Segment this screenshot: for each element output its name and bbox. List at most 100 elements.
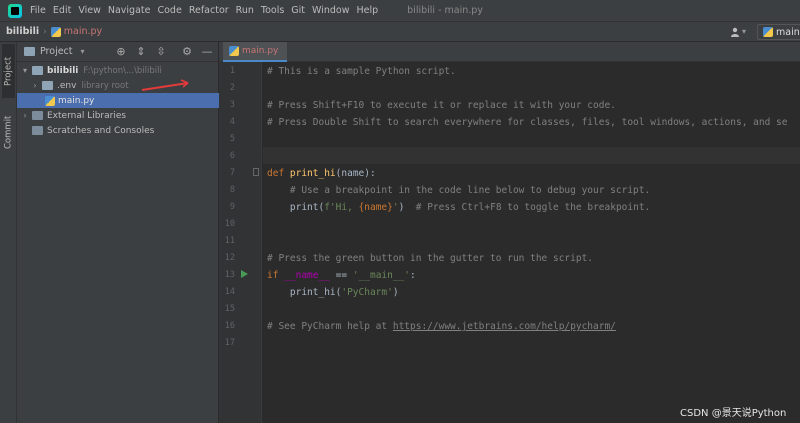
- editor-gutter[interactable]: 1 2 3 4 5 6 7 8 9 10 11 12 13 14 15 16 1…: [219, 62, 262, 423]
- code-line-1: # This is a sample Python script.: [267, 66, 456, 77]
- help-link[interactable]: https://www.jetbrains.com/help/pycharm/: [393, 321, 616, 332]
- tree-item-hint: library root: [81, 80, 129, 91]
- code-token: (name):: [335, 168, 376, 179]
- code-line-4: # Press Double Shift to search everywher…: [267, 117, 788, 128]
- line-number: 13: [224, 270, 235, 280]
- python-file-icon: [229, 46, 239, 56]
- run-play-icon[interactable]: [241, 270, 248, 278]
- project-panel-header: Project ▾ ⊕ ⇕ ⇳ ⚙ —: [17, 42, 218, 62]
- line-number: 1: [229, 66, 235, 76]
- run-configuration-label: main: [776, 26, 800, 38]
- code-editor[interactable]: # This is a sample Python script. # Pres…: [263, 62, 800, 423]
- editor-tab-bar: main.py: [219, 42, 800, 62]
- code-line-12: # Press the green button in the gutter t…: [267, 253, 594, 264]
- menu-code[interactable]: Code: [157, 5, 181, 16]
- tree-item-label: Scratches and Consoles: [47, 125, 155, 136]
- line-number: 17: [224, 338, 235, 348]
- line-number: 16: [224, 321, 235, 331]
- collapse-all-icon[interactable]: ⇳: [155, 46, 167, 58]
- code-line-7: def print_hi(name):: [267, 165, 376, 182]
- chevron-down-icon[interactable]: ▾: [21, 66, 29, 75]
- breadcrumb-file[interactable]: main.py: [50, 26, 102, 37]
- line-number: 12: [224, 253, 235, 263]
- window-title: bilibili - main.py: [407, 5, 483, 16]
- menu-refactor[interactable]: Refactor: [189, 5, 229, 16]
- navigation-bar: bilibili › main.py ▾ main: [0, 22, 800, 42]
- tree-item-root[interactable]: ▾ bilibili F:\python\...\bilibili: [17, 63, 219, 78]
- menu-bar: File Edit View Navigate Code Refactor Ru…: [0, 0, 800, 22]
- line-number: 4: [229, 117, 235, 127]
- chevron-right-icon[interactable]: ›: [31, 81, 39, 90]
- code-line-14: print_hi('PyCharm'): [267, 284, 399, 301]
- chevron-down-icon[interactable]: ▾: [742, 27, 746, 36]
- code-token: print(: [267, 202, 325, 213]
- string-token: 'PyCharm': [341, 287, 393, 298]
- menu-help[interactable]: Help: [357, 5, 379, 16]
- code-line-3: # Press Shift+F10 to execute it or repla…: [267, 100, 616, 111]
- fold-icon[interactable]: [253, 168, 259, 176]
- line-number: 3: [229, 100, 235, 110]
- code-line-13: if __name__ == '__main__':: [267, 267, 416, 284]
- library-icon: [32, 111, 43, 120]
- code-token: ): [398, 202, 416, 213]
- tree-item-label: External Libraries: [47, 110, 127, 121]
- tree-item-path: F:\python\...\bilibili: [83, 65, 162, 76]
- line-number: 10: [224, 219, 235, 229]
- editor-tab-main-py[interactable]: main.py: [223, 42, 287, 62]
- line-number: 15: [224, 304, 235, 314]
- tool-tab-project-label: Project: [3, 56, 14, 86]
- menu-tools[interactable]: Tools: [261, 5, 284, 16]
- line-number: 2: [229, 83, 235, 93]
- project-panel-title[interactable]: Project: [40, 46, 73, 57]
- code-line-8: # Use a breakpoint in the code line belo…: [267, 185, 651, 196]
- line-number: 11: [224, 236, 235, 246]
- expand-all-icon[interactable]: ⇕: [135, 46, 147, 58]
- string-token: f'Hi,: [324, 202, 359, 213]
- tool-tab-project[interactable]: Project: [2, 44, 15, 98]
- line-number: 8: [229, 185, 235, 195]
- user-icon[interactable]: [730, 27, 740, 37]
- tree-item-external-libraries[interactable]: › External Libraries: [17, 108, 219, 123]
- dunder-token: __name__: [284, 270, 330, 281]
- python-file-icon: [763, 27, 773, 37]
- code-token: ==: [329, 270, 353, 281]
- menu-window[interactable]: Window: [312, 5, 349, 16]
- breadcrumb-separator-icon: ›: [43, 26, 47, 37]
- tree-item-scratches[interactable]: Scratches and Consoles: [17, 123, 219, 138]
- tree-item-main-py[interactable]: main.py: [17, 93, 219, 108]
- line-number: 5: [229, 134, 235, 144]
- menu-edit[interactable]: Edit: [53, 5, 71, 16]
- comment-token: # Press Ctrl+F8 to toggle the breakpoint…: [415, 202, 651, 213]
- code-token: :: [410, 270, 416, 281]
- line-number: 7: [229, 168, 235, 178]
- tree-item-label: bilibili: [47, 65, 79, 76]
- scratches-icon: [32, 126, 43, 135]
- menu-git[interactable]: Git: [291, 5, 305, 16]
- menu-navigate[interactable]: Navigate: [108, 5, 151, 16]
- breadcrumb-project[interactable]: bilibili: [6, 26, 39, 37]
- hide-panel-icon[interactable]: —: [201, 46, 213, 58]
- gear-icon[interactable]: ⚙: [181, 46, 193, 58]
- chevron-down-icon[interactable]: ▾: [81, 47, 85, 56]
- line-number: 9: [229, 202, 235, 212]
- menu-file[interactable]: File: [30, 5, 46, 16]
- python-file-icon: [50, 26, 61, 37]
- locate-file-icon[interactable]: ⊕: [115, 46, 127, 58]
- code-line-9: print(f'Hi, {name}') # Press Ctrl+F8 to …: [267, 199, 650, 216]
- keyword-token: def: [267, 168, 290, 179]
- tool-tab-commit[interactable]: Commit: [2, 104, 15, 160]
- project-tool-window: Project ▾ ⊕ ⇕ ⇳ ⚙ — ▾ bilibili F:\python…: [17, 42, 219, 423]
- fstring-expr-token: {name}: [358, 202, 393, 213]
- function-name-token: print_hi: [289, 168, 336, 179]
- python-file-icon: [45, 95, 55, 106]
- tree-item-label: main.py: [58, 95, 95, 106]
- line-number: 6: [229, 151, 235, 161]
- menu-view[interactable]: View: [78, 5, 101, 16]
- run-configuration-selector[interactable]: main: [757, 24, 800, 40]
- folder-icon: [42, 81, 53, 90]
- pycharm-logo-icon: [8, 3, 22, 18]
- menu-run[interactable]: Run: [236, 5, 254, 16]
- chevron-right-icon[interactable]: ›: [21, 111, 29, 120]
- code-token: ): [392, 287, 399, 298]
- left-tool-strip: Project Commit: [0, 42, 17, 423]
